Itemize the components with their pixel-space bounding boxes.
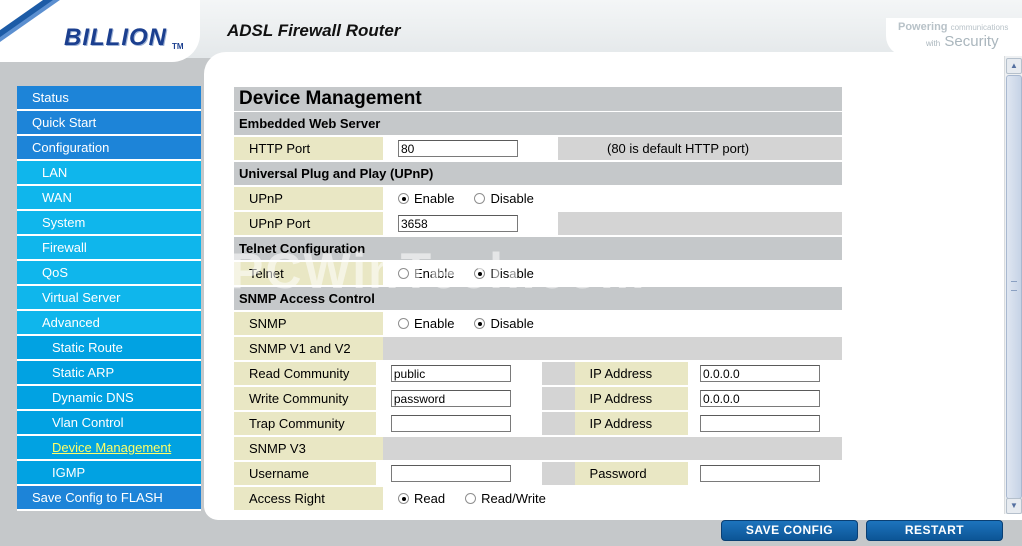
sidebar-item-static-arp[interactable]: Static ARP [17, 361, 201, 386]
slogan-line-1: Powering communications [898, 21, 1009, 33]
product-title: ADSL Firewall Router [227, 21, 401, 40]
read-community-input[interactable] [390, 365, 511, 382]
read-ip-input[interactable] [699, 365, 820, 382]
http-port-note: (80 is default HTTP port) [592, 137, 842, 160]
radio-dot [398, 493, 409, 504]
row-trap-community: Trap Community IP Address [234, 412, 842, 437]
section-embedded-web-server: Embedded Web Server [234, 112, 842, 137]
access-right-label: Access Right [234, 487, 383, 510]
trap-community-label: Trap Community [234, 412, 376, 435]
write-community-input[interactable] [390, 390, 511, 407]
radio-dot [398, 268, 409, 279]
snmp-label: SNMP [234, 312, 383, 335]
row-upnp-port: UPnP Port [234, 212, 842, 237]
radio-dot [398, 318, 409, 329]
sidebar-item-igmp[interactable]: IGMP [17, 461, 201, 486]
content-panel: Device Management Embedded Web Server HT… [204, 52, 1022, 520]
radio-dot [465, 493, 477, 504]
sidebar-item-quick-start[interactable]: Quick Start [17, 111, 201, 136]
logo-trademark: TM [172, 42, 184, 51]
sidebar-item-configuration[interactable]: Configuration [17, 136, 201, 161]
grip-icon [1011, 281, 1017, 291]
section-telnet: Telnet Configuration [234, 237, 842, 262]
telnet-label: Telnet [234, 262, 383, 285]
access-read-radio[interactable]: Read [398, 491, 445, 506]
row-upnp: UPnP Enable Disable [234, 187, 842, 212]
section-snmp: SNMP Access Control [234, 287, 842, 312]
sidebar-nav: Status Quick Start Configuration LAN WAN Syst… [17, 86, 201, 511]
billion-logo: BILLION [64, 24, 167, 51]
telnet-enable-radio[interactable]: Enable [398, 266, 454, 281]
row-write-community: Write Community IP Address [234, 387, 842, 412]
upnp-disable-radio[interactable]: Disable [474, 191, 534, 206]
snmp-v3-label: SNMP V3 [234, 437, 383, 460]
sidebar-item-static-route[interactable]: Static Route [17, 336, 201, 361]
http-port-label: HTTP Port [234, 137, 383, 160]
snmp-enable-radio[interactable]: Enable [398, 316, 454, 331]
sidebar-item-system[interactable]: System [17, 211, 201, 236]
sidebar-item-device-management[interactable]: Device Management [17, 436, 201, 461]
sidebar-item-advanced[interactable]: Advanced [17, 311, 201, 336]
row-access-right: Access Right Read Read/Write [234, 487, 842, 512]
radio-dot [398, 193, 409, 204]
http-port-input[interactable] [398, 140, 518, 157]
logo-panel: BILLION TM [0, 0, 200, 62]
sidebar-item-wan[interactable]: WAN [17, 186, 201, 211]
row-snmp-v3: SNMP V3 [234, 437, 842, 462]
header-bar: BILLION TM ADSL Firewall Router Powering… [0, 0, 1022, 62]
row-snmp-v1v2: SNMP V1 and V2 [234, 337, 842, 362]
sidebar-item-status[interactable]: Status [17, 86, 201, 111]
access-readwrite-radio[interactable]: Read/Write [465, 491, 546, 506]
upnp-port-input[interactable] [398, 215, 518, 232]
trap-ip-label: IP Address [574, 412, 688, 435]
read-ip-label: IP Address [574, 362, 688, 385]
radio-dot [474, 318, 486, 329]
row-snmp: SNMP Enable Disable [234, 312, 842, 337]
page-title: Device Management [234, 87, 842, 112]
slogan-panel: Powering communications with Security [886, 18, 1022, 56]
snmp-disable-radio[interactable]: Disable [474, 316, 534, 331]
sidebar-item-dynamic-dns[interactable]: Dynamic DNS [17, 386, 201, 411]
slogan-line-2: with Security [926, 33, 999, 50]
sidebar-item-vlan-control[interactable]: Vlan Control [17, 411, 201, 436]
password-input[interactable] [699, 465, 820, 482]
snmp-v1v2-label: SNMP V1 and V2 [234, 337, 383, 360]
sidebar-item-firewall[interactable]: Firewall [17, 236, 201, 261]
upnp-port-label: UPnP Port [234, 212, 383, 235]
scroll-down-icon[interactable]: ▼ [1006, 498, 1022, 514]
read-community-label: Read Community [234, 362, 376, 385]
trap-ip-input[interactable] [699, 415, 820, 432]
sidebar-item-virtual-server[interactable]: Virtual Server [17, 286, 201, 311]
username-input[interactable] [390, 465, 511, 482]
username-label: Username [234, 462, 376, 485]
row-telnet: Telnet Enable Disable [234, 262, 842, 287]
row-http-port: HTTP Port (80 is default HTTP port) [234, 137, 842, 162]
trap-community-input[interactable] [390, 415, 511, 432]
sidebar-item-qos[interactable]: QoS [17, 261, 201, 286]
device-management-form: Device Management Embedded Web Server HT… [234, 87, 842, 512]
radio-dot [474, 193, 486, 204]
password-label: Password [574, 462, 688, 485]
write-ip-label: IP Address [574, 387, 688, 410]
scroll-up-icon[interactable]: ▲ [1006, 58, 1022, 74]
vertical-scrollbar[interactable]: ▲ ▼ [1004, 56, 1022, 514]
section-upnp: Universal Plug and Play (UPnP) [234, 162, 842, 187]
restart-button[interactable]: RESTART [866, 520, 1003, 541]
row-read-community: Read Community IP Address [234, 362, 842, 387]
upnp-enable-radio[interactable]: Enable [398, 191, 454, 206]
telnet-disable-radio[interactable]: Disable [474, 266, 534, 281]
upnp-label: UPnP [234, 187, 383, 210]
radio-dot [474, 268, 486, 279]
write-ip-input[interactable] [699, 390, 820, 407]
write-community-label: Write Community [234, 387, 376, 410]
save-config-button[interactable]: SAVE CONFIG [721, 520, 858, 541]
sidebar-item-save-config-to-flash[interactable]: Save Config to FLASH [17, 486, 201, 511]
row-username: Username Password [234, 462, 842, 487]
sidebar-item-lan[interactable]: LAN [17, 161, 201, 186]
scrollbar-thumb[interactable] [1006, 75, 1022, 499]
